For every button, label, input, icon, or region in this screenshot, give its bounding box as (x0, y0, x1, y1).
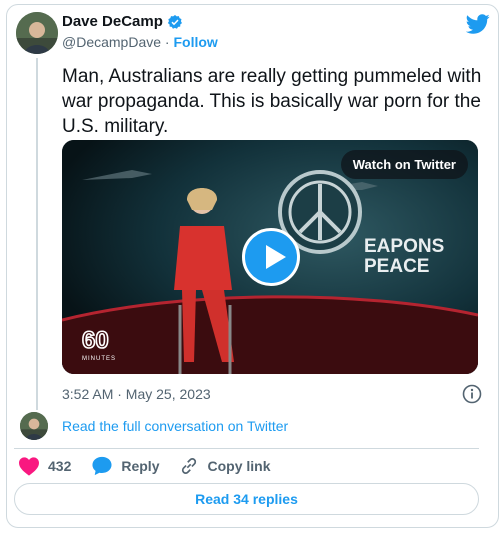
follow-link[interactable]: Follow (173, 34, 217, 50)
video-thumbnail[interactable]: EAPONS PEACE 60 MINUTES Watch on Twitter (62, 140, 478, 374)
handle-separator: · (164, 34, 170, 50)
read-full-conversation-link[interactable]: Read the full conversation on Twitter (62, 418, 288, 434)
reply-avatar[interactable] (20, 412, 48, 440)
play-icon[interactable] (242, 228, 300, 286)
twitter-bird-icon[interactable] (465, 12, 490, 36)
watch-on-twitter-button[interactable]: Watch on Twitter (340, 150, 468, 179)
action-bar: 432 Reply Copy link (18, 456, 271, 476)
heart-icon (18, 456, 40, 476)
author-name-text[interactable]: Dave DeCamp (62, 13, 163, 30)
show-logo-text: MINUTES (82, 356, 116, 362)
author-name[interactable]: Dave DeCamp (62, 13, 183, 30)
tweet-text: Man, Australians are really getting pumm… (62, 66, 482, 137)
link-icon (179, 456, 199, 476)
reply-button[interactable]: Reply (91, 456, 159, 476)
divider (14, 448, 479, 449)
verified-badge-icon (167, 14, 183, 30)
chat-bubble-icon (91, 456, 113, 476)
timestamp-row: 3:52 AM · May 25, 2023 (62, 384, 482, 404)
author-handle-row: @DecampDave · Follow (62, 34, 218, 50)
copy-link-label: Copy link (207, 458, 271, 474)
thread-line (36, 58, 38, 410)
overlay-title-line2: PEACE (364, 256, 429, 277)
reply-label: Reply (121, 458, 160, 474)
overlay-title-line1: EAPONS (364, 236, 444, 257)
tweet-timestamp[interactable]: 3:52 AM · May 25, 2023 (62, 386, 211, 402)
info-icon[interactable] (462, 384, 482, 404)
like-button[interactable]: 432 (18, 456, 71, 476)
copy-link-button[interactable]: Copy link (179, 456, 271, 476)
show-logo-number: 60 (82, 327, 109, 354)
author-avatar[interactable] (16, 12, 58, 54)
likes-count: 432 (48, 458, 72, 474)
author-handle[interactable]: @DecampDave (62, 34, 161, 50)
read-replies-button[interactable]: Read 34 replies (14, 483, 479, 515)
